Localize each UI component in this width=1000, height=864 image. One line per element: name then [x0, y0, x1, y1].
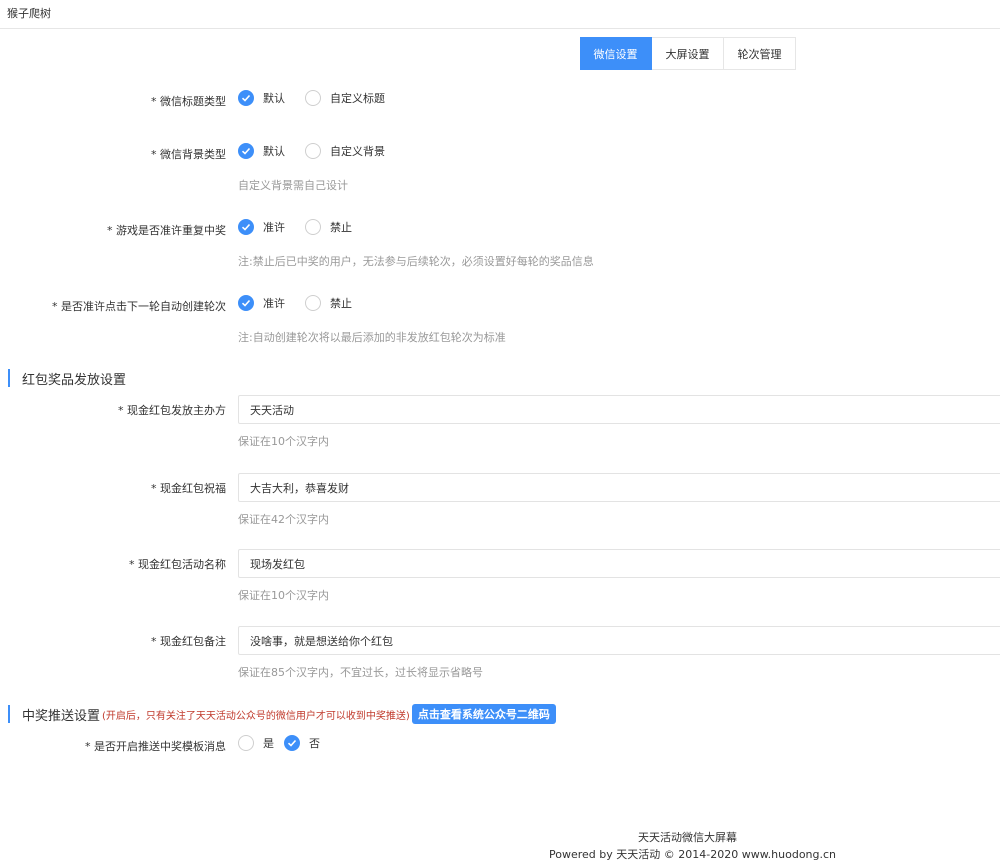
bg-type-options: 默认 自定义背景 [238, 143, 397, 159]
remark-hint: 保证在85个汉字内，不宜过长，过长将显示省略号 [238, 666, 483, 679]
remark-label: * 现金红包备注 [151, 635, 226, 648]
footer-copyright: Powered by 天天活动 © 2014-2020 www.huodong.… [549, 848, 837, 861]
push-section-header: 中奖推送设置 (开启后，只有关注了天天活动公众号的微信用户才可以收到中奖推送) … [8, 704, 556, 724]
bg-type-hint: 自定义背景需自己设计 [238, 179, 348, 192]
activity-name-input[interactable] [238, 549, 1000, 578]
radio-checked-icon[interactable] [238, 219, 254, 235]
auto-round-allow-option[interactable]: 准许 [238, 295, 285, 311]
option-label: 准许 [263, 221, 285, 234]
radio-checked-icon[interactable] [238, 90, 254, 106]
repeat-win-allow-option[interactable]: 准许 [238, 219, 285, 235]
section-title: 红包奖品发放设置 [22, 372, 127, 388]
push-enable-no-option[interactable]: 否 [284, 735, 320, 751]
activity-name-hint: 保证在10个汉字内 [238, 589, 329, 602]
radio-unchecked-icon[interactable] [305, 90, 321, 106]
redpack-section-header: 红包奖品发放设置 [8, 369, 127, 388]
repeat-win-forbid-option[interactable]: 禁止 [305, 219, 352, 235]
radio-checked-icon[interactable] [238, 295, 254, 311]
sponsor-input[interactable] [238, 395, 1000, 424]
repeat-win-hint: 注:禁止后已中奖的用户，无法参与后续轮次，必须设置好每轮的奖品信息 [238, 255, 594, 268]
sponsor-hint: 保证在10个汉字内 [238, 435, 329, 448]
remark-input[interactable] [238, 626, 1000, 655]
auto-round-forbid-option[interactable]: 禁止 [305, 295, 352, 311]
repeat-win-label: * 游戏是否准许重复中奖 [107, 224, 226, 237]
option-label: 是 [263, 737, 274, 750]
option-label: 自定义背景 [330, 145, 385, 158]
radio-unchecked-icon[interactable] [238, 735, 254, 751]
tab-screen-settings[interactable]: 大屏设置 [652, 37, 724, 70]
radio-checked-icon[interactable] [284, 735, 300, 751]
footer-brand: 天天活动微信大屏幕 [638, 831, 737, 844]
title-type-default-option[interactable]: 默认 [238, 90, 285, 106]
option-label: 禁止 [330, 297, 352, 310]
auto-round-options: 准许 禁止 [238, 295, 364, 311]
wish-label: * 现金红包祝福 [151, 482, 226, 495]
option-label: 默认 [263, 145, 285, 158]
activity-name-label: * 现金红包活动名称 [129, 558, 226, 571]
section-title: 中奖推送设置 [22, 708, 101, 724]
option-label: 默认 [263, 92, 285, 105]
wish-input[interactable] [238, 473, 1000, 502]
radio-checked-icon[interactable] [238, 143, 254, 159]
sponsor-label: * 现金红包发放主办方 [118, 404, 226, 417]
tab-round-management[interactable]: 轮次管理 [724, 37, 796, 70]
repeat-win-options: 准许 禁止 [238, 219, 364, 235]
radio-unchecked-icon[interactable] [305, 295, 321, 311]
option-label: 禁止 [330, 221, 352, 234]
option-label: 自定义标题 [330, 92, 385, 105]
push-enable-yes-option[interactable]: 是 [238, 735, 274, 751]
tab-wechat-settings[interactable]: 微信设置 [580, 37, 652, 70]
radio-unchecked-icon[interactable] [305, 219, 321, 235]
top-bar: 猴子爬树 [0, 0, 1000, 29]
title-type-custom-option[interactable]: 自定义标题 [305, 90, 385, 106]
push-enable-label: * 是否开启推送中奖模板消息 [85, 740, 226, 753]
bg-type-label: * 微信背景类型 [151, 148, 226, 161]
page-title: 猴子爬树 [7, 7, 51, 20]
title-type-label: * 微信标题类型 [151, 95, 226, 108]
option-label: 准许 [263, 297, 285, 310]
radio-unchecked-icon[interactable] [305, 143, 321, 159]
view-qrcode-button[interactable]: 点击查看系统公众号二维码 [411, 704, 556, 724]
auto-round-hint: 注:自动创建轮次将以最后添加的非发放红包轮次为标准 [238, 331, 506, 344]
bg-type-default-option[interactable]: 默认 [238, 143, 285, 159]
settings-tabs: 微信设置 大屏设置 轮次管理 [580, 37, 796, 70]
wish-hint: 保证在42个汉字内 [238, 513, 329, 526]
bg-type-custom-option[interactable]: 自定义背景 [305, 143, 385, 159]
push-enable-options: 是 否 [238, 735, 332, 751]
auto-round-label: * 是否准许点击下一轮自动创建轮次 [52, 300, 226, 313]
push-note: (开启后，只有关注了天天活动公众号的微信用户才可以收到中奖推送) [102, 710, 410, 722]
title-type-options: 默认 自定义标题 [238, 90, 397, 106]
option-label: 否 [309, 737, 320, 750]
